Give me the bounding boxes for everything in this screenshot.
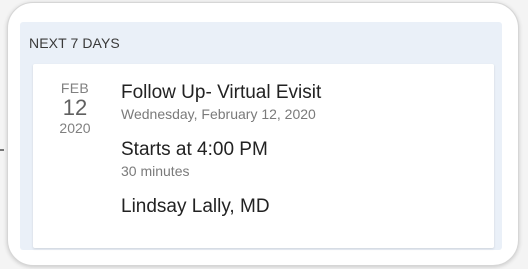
appointment-title: Follow Up- Virtual Evisit [121, 82, 322, 103]
appointment-full-date: Wednesday, February 12, 2020 [121, 106, 316, 122]
section-heading: NEXT 7 DAYS [29, 35, 120, 51]
appointment-year: 2020 [59, 120, 91, 136]
appointment-day: 12 [62, 95, 88, 120]
appointment-duration: 30 minutes [121, 163, 190, 179]
appointment-provider: Lindsay Lally, MD [121, 196, 270, 217]
appointment-details: Follow Up- Virtual Evisit Wednesday, Feb… [121, 82, 481, 218]
screenshot-stage: NEXT 7 DAYS FEB 12 2020 Follow Up- Virtu… [0, 0, 528, 269]
appointment-date-block: FEB 12 2020 [41, 80, 109, 136]
appointment-month: FEB [60, 80, 90, 96]
appointment-start-time: Starts at 4:00 PM [121, 139, 268, 160]
edge-marker [0, 149, 4, 151]
appointment-item[interactable]: FEB 12 2020 Follow Up- Virtual Evisit We… [33, 64, 494, 248]
